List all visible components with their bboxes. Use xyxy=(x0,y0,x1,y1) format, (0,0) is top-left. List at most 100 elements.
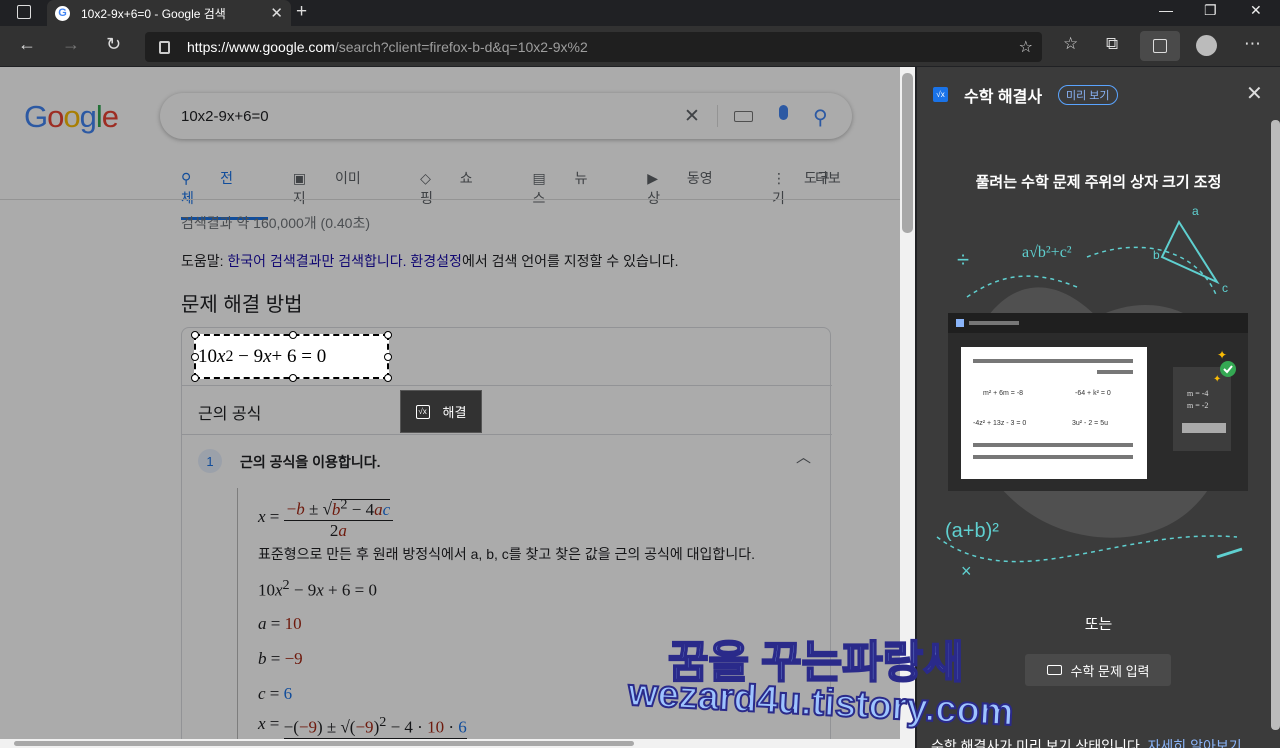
illustration: ÷ a√b²+c² a b c m² + 6m = -8 -64 + k² = … xyxy=(936,204,1248,581)
svg-text:a: a xyxy=(1192,204,1199,218)
toolbar: ← → ↻ https://www.google.com/search?clie… xyxy=(0,26,1280,67)
divider xyxy=(182,385,832,386)
menu-icon[interactable]: ⋯ xyxy=(1244,34,1261,54)
step-title: 근의 공식을 이용합니다. xyxy=(240,454,381,470)
tab-news[interactable]: ▤ 뉴스 xyxy=(532,168,622,220)
chevron-up-icon[interactable]: ︿ xyxy=(796,446,811,467)
url-host: https://www.google.com xyxy=(187,39,335,55)
tab-title: 10x2-9x+6=0 - Google 검색 xyxy=(81,6,226,21)
korean-link[interactable]: 한국어 xyxy=(227,253,266,269)
b-value: b = −9 xyxy=(258,649,303,668)
substituted-formula: x = −(−9) ± √(−9)2 − 4 · 10 · 6 xyxy=(258,714,467,739)
divider xyxy=(0,199,900,200)
preview-badge: 미리 보기 xyxy=(1058,85,1118,105)
quadratic-formula: x = −b ± √b2 − 4ac 2a xyxy=(258,496,394,541)
step-description: 표준형으로 만든 후 원래 방정식에서 a, b, c를 찾고 찾은 값을 근의… xyxy=(258,546,755,562)
solve-button[interactable]: √x 해결 xyxy=(400,390,482,433)
divider xyxy=(717,105,718,127)
preview-footer: 수학 해결사가 미리 보기 상태입니다. 자세히 알아보기 xyxy=(931,736,1242,748)
profile-avatar[interactable] xyxy=(1196,35,1217,56)
microphone-icon[interactable] xyxy=(779,105,788,120)
address-bar[interactable]: https://www.google.com/search?client=fir… xyxy=(145,32,1042,62)
method-label[interactable]: 근의 공식 xyxy=(198,400,261,424)
tools-button[interactable]: 도구 xyxy=(804,168,830,188)
more-vert-icon: ⋮ xyxy=(772,170,790,186)
keyboard-icon xyxy=(1046,665,1062,675)
step-line xyxy=(237,488,238,748)
new-tab-icon[interactable]: + xyxy=(296,1,307,23)
instruction-heading: 풀려는 수학 문제 주위의 상자 크기 조정 xyxy=(975,174,1222,191)
settings-link[interactable]: 환경설정 xyxy=(410,253,462,269)
panel-title: 수학 해결사 xyxy=(964,89,1043,106)
resize-handle[interactable] xyxy=(384,374,392,382)
play-icon: ▶ xyxy=(647,170,662,186)
svg-text:a√b²+c²: a√b²+c² xyxy=(1022,244,1072,261)
close-tab-icon[interactable]: ✕ xyxy=(270,4,283,22)
or-label: 또는 xyxy=(1084,616,1113,633)
svg-text:✦: ✦ xyxy=(1213,374,1221,385)
resize-handle[interactable] xyxy=(289,374,297,382)
page-scrollbar[interactable] xyxy=(900,67,915,748)
panel-scrollbar[interactable] xyxy=(1271,120,1280,730)
math-solver-icon: √x xyxy=(415,404,430,419)
step-number: 1 xyxy=(198,449,222,473)
favorites-icon[interactable]: ☆ xyxy=(1063,34,1078,54)
type-math-problem-button[interactable]: 수학 문제 입력 xyxy=(1025,654,1171,686)
url-path: /search?client=firefox-b-d&q=10x2-9x%2 xyxy=(334,39,588,55)
svg-text:(a+b)²: (a+b)² xyxy=(945,520,999,542)
search-icon[interactable]: ⚲ xyxy=(813,105,828,130)
lock-icon xyxy=(159,40,170,54)
forward-icon[interactable]: → xyxy=(62,34,80,55)
restore-icon[interactable]: ❐ xyxy=(1204,2,1217,19)
resize-handle[interactable] xyxy=(191,374,199,382)
resize-handle[interactable] xyxy=(191,331,199,339)
resize-handle[interactable] xyxy=(384,331,392,339)
close-window-icon[interactable]: ✕ xyxy=(1250,2,1262,19)
tab-shopping[interactable]: ◇ 쇼핑 xyxy=(420,168,507,220)
keyboard-icon[interactable] xyxy=(734,111,753,122)
clear-icon[interactable]: ✕ xyxy=(684,105,700,128)
language-tip: 도움말: 한국어 검색결과만 검색합니다. 환경설정에서 검색 언어를 지정할 … xyxy=(181,253,679,269)
horizontal-scrollbar[interactable] xyxy=(0,739,900,748)
google-favicon-icon: G xyxy=(55,5,70,21)
equation-line: 10x2 − 9x + 6 = 0 xyxy=(258,577,377,600)
tab-videos[interactable]: ▶ 동영상 xyxy=(647,168,747,220)
news-icon: ▤ xyxy=(532,170,550,186)
close-panel-icon[interactable]: ✕ xyxy=(1246,81,1263,106)
tab-actions-icon[interactable] xyxy=(17,5,31,19)
svg-text:m² + 6m = -8: m² + 6m = -8 xyxy=(983,390,1023,397)
svg-text:c: c xyxy=(1222,281,1228,295)
result-stats: 검색결과 약 160,000개 (0.40초) xyxy=(181,215,371,231)
svg-text:m = -2: m = -2 xyxy=(1187,401,1208,410)
back-icon[interactable]: ← xyxy=(18,34,36,55)
svg-text:m = -4: m = -4 xyxy=(1187,389,1208,398)
svg-text:×: × xyxy=(961,561,972,581)
search-input[interactable]: 10x2-9x+6=0 xyxy=(181,108,269,125)
svg-text:✦: ✦ xyxy=(1217,348,1227,362)
svg-text:-4z² + 13z - 3 = 0: -4z² + 13z - 3 = 0 xyxy=(973,420,1026,427)
search-small-icon: ⚲ xyxy=(181,170,196,186)
svg-text:-64 + k² = 0: -64 + k² = 0 xyxy=(1075,390,1111,397)
resize-handle[interactable] xyxy=(384,353,392,361)
svg-text:÷: ÷ xyxy=(957,247,969,272)
search-box[interactable]: 10x2-9x+6=0 ✕ ⚲ xyxy=(160,93,852,139)
tag-icon: ◇ xyxy=(420,170,435,186)
learn-more-link[interactable]: 자세히 알아보기 xyxy=(1148,738,1242,748)
equation-selection-box[interactable]: 10 x 2 − 9x + 6 = 0 xyxy=(191,331,392,382)
svg-text:b: b xyxy=(1153,248,1160,262)
math-solution-card: 근의 공식 1 근의 공식을 이용합니다. ︿ x = −b ± √b2 − 4… xyxy=(181,327,832,748)
divider xyxy=(182,434,832,435)
image-icon: ▣ xyxy=(292,170,311,186)
refresh-icon[interactable]: ↻ xyxy=(106,34,121,55)
resize-handle[interactable] xyxy=(191,353,199,361)
svg-text:3u² - 2 = 5u: 3u² - 2 = 5u xyxy=(1072,420,1108,427)
section-title: 문제 해결 방법 xyxy=(181,294,303,316)
google-logo[interactable]: Google xyxy=(24,99,119,135)
resize-handle[interactable] xyxy=(289,331,297,339)
math-solver-panel: √x 수학 해결사 미리 보기 ✕ 풀려는 수학 문제 주위의 상자 크기 조정… xyxy=(917,67,1280,748)
collections-icon[interactable]: ⧉ xyxy=(1106,34,1118,54)
browser-tab[interactable]: G 10x2-9x+6=0 - Google 검색 ✕ xyxy=(47,0,291,26)
add-favorite-icon[interactable]: ☆ xyxy=(1019,37,1033,57)
math-solver-toolbar-icon[interactable] xyxy=(1140,31,1180,61)
minimize-icon[interactable]: — xyxy=(1159,2,1173,18)
